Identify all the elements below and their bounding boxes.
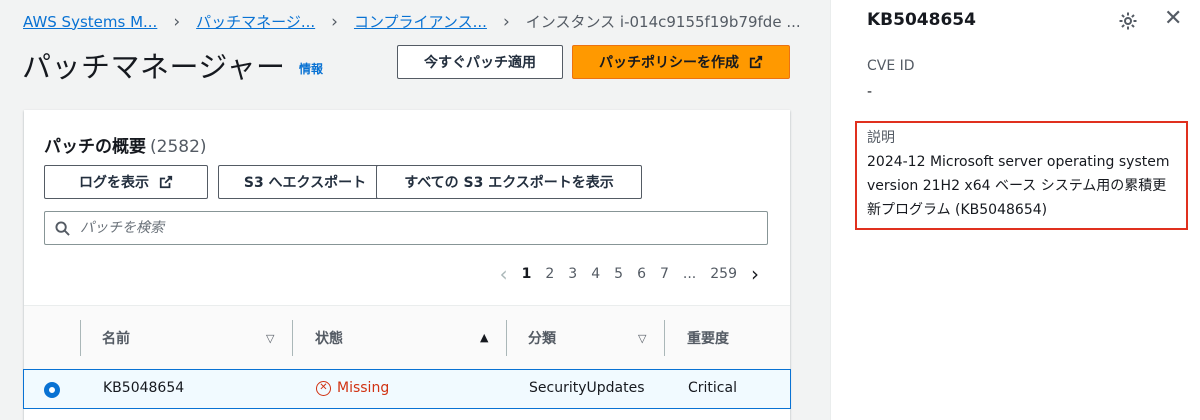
- sort-ascending-icon[interactable]: ▲: [480, 331, 488, 344]
- cve-id-value: -: [867, 84, 873, 100]
- patch-summary-panel: パッチの概要 (2582) ログを表示 S3 へエクスポート すべての S3 エク…: [23, 110, 791, 420]
- view-all-s3-exports-button[interactable]: すべての S3 エクスポートを表示: [376, 165, 642, 199]
- cell-classification: SecurityUpdates: [529, 380, 645, 396]
- column-divider[interactable]: [664, 320, 665, 356]
- export-s3-label: S3 へエクスポート: [243, 175, 367, 191]
- create-patch-policy-label: パッチポリシーを作成: [599, 55, 739, 71]
- column-header-name-label: 名前: [102, 331, 130, 347]
- export-s3-button[interactable]: S3 へエクスポート: [218, 165, 392, 199]
- column-header-status-label: 状態: [315, 331, 343, 347]
- error-circle-icon: ✕: [316, 380, 331, 396]
- page-6[interactable]: 6: [637, 266, 646, 282]
- patch-search-field[interactable]: [44, 211, 768, 245]
- main-content: AWS Systems M... › パッチマネージ... › コンプライアンス…: [0, 0, 845, 420]
- breadcrumb-link-patch-manager[interactable]: パッチマネージ...: [196, 11, 315, 32]
- page-7[interactable]: 7: [660, 266, 669, 282]
- column-header-classification-label: 分類: [528, 331, 556, 347]
- column-divider[interactable]: [292, 320, 293, 356]
- breadcrumb: AWS Systems M... › パッチマネージ... › コンプライアンス…: [23, 11, 801, 32]
- info-link[interactable]: 情報: [299, 60, 323, 77]
- page-2[interactable]: 2: [545, 266, 554, 282]
- column-divider[interactable]: [506, 320, 507, 356]
- sort-down-icon[interactable]: ▽: [266, 332, 274, 345]
- table-row[interactable]: KB5048654 ✕ Missing SecurityUpdates Criti…: [23, 369, 791, 409]
- column-divider: [80, 320, 81, 356]
- chevron-right-icon: ›: [331, 11, 338, 32]
- column-header-status[interactable]: 状態: [315, 322, 343, 354]
- gear-icon[interactable]: [1118, 11, 1138, 31]
- description-line-1: 2024-12 Microsoft server operating syste…: [867, 154, 1170, 170]
- description-line-2: version 21H2 x64 ベース システム用の累積更: [867, 178, 1167, 194]
- pagination: ‹ 1 2 3 4 5 6 7 ... 259 ›: [493, 262, 766, 286]
- pagination-prev-icon[interactable]: ‹: [500, 262, 508, 286]
- column-header-name[interactable]: 名前: [102, 322, 130, 354]
- panel-title: パッチの概要 (2582): [44, 132, 207, 157]
- detail-title: KB5048654: [867, 10, 976, 30]
- view-logs-label: ログを表示: [79, 175, 149, 191]
- cell-severity: Critical: [688, 380, 737, 396]
- patch-count: (2582): [150, 137, 207, 157]
- description-line-3: 新プログラム (KB5048654): [867, 202, 1048, 218]
- create-patch-policy-button[interactable]: パッチポリシーを作成: [572, 45, 790, 79]
- view-all-s3-exports-label: すべての S3 エクスポートを表示: [404, 175, 614, 191]
- breadcrumb-link-systems-manager[interactable]: AWS Systems M...: [23, 13, 157, 31]
- close-icon[interactable]: ✕: [1164, 8, 1182, 30]
- cve-id-label: CVE ID: [867, 58, 915, 74]
- row-select-radio[interactable]: [44, 382, 60, 398]
- description-value: 2024-12 Microsoft server operating syste…: [867, 150, 1169, 222]
- column-header-severity-label: 重要度: [687, 331, 729, 347]
- pagination-next-icon[interactable]: ›: [751, 262, 759, 286]
- breadcrumb-current: インスタンス i-014c9155f19b79fde ...: [525, 13, 801, 31]
- apply-patch-now-button[interactable]: 今すぐパッチ適用: [397, 45, 563, 79]
- chevron-right-icon: ›: [173, 11, 181, 32]
- search-icon: [55, 220, 70, 236]
- external-link-icon: [749, 55, 763, 69]
- cell-status: ✕ Missing: [316, 380, 389, 396]
- page-3[interactable]: 3: [568, 266, 577, 282]
- patch-detail-panel: KB5048654 ✕ CVE ID - 説明 2024-12 Microsof…: [830, 0, 1200, 420]
- page-ellipsis: ...: [682, 266, 697, 282]
- column-header-severity[interactable]: 重要度: [687, 322, 729, 354]
- sort-down-icon[interactable]: ▽: [638, 332, 646, 345]
- page-1[interactable]: 1: [522, 266, 532, 282]
- breadcrumb-link-compliance[interactable]: コンプライアンス...: [354, 11, 487, 32]
- cell-status-text: Missing: [337, 380, 390, 396]
- page-title: パッチマネージャー: [22, 50, 286, 84]
- page-259[interactable]: 259: [710, 266, 737, 282]
- column-header-classification[interactable]: 分類: [528, 322, 556, 354]
- panel-title-text: パッチの概要: [44, 137, 146, 157]
- external-link-icon: [159, 175, 173, 189]
- patch-search-input[interactable]: [80, 220, 730, 236]
- apply-patch-now-label: 今すぐパッチ適用: [424, 55, 536, 71]
- page-4[interactable]: 4: [591, 266, 600, 282]
- view-logs-button[interactable]: ログを表示: [44, 165, 208, 199]
- table-header: 名前 ▽ 状態 ▲ 分類 ▽ 重要度: [24, 305, 790, 369]
- page-5[interactable]: 5: [614, 266, 623, 282]
- description-label: 説明: [867, 130, 895, 146]
- cell-name: KB5048654: [103, 380, 185, 396]
- chevron-right-icon: ›: [502, 11, 510, 32]
